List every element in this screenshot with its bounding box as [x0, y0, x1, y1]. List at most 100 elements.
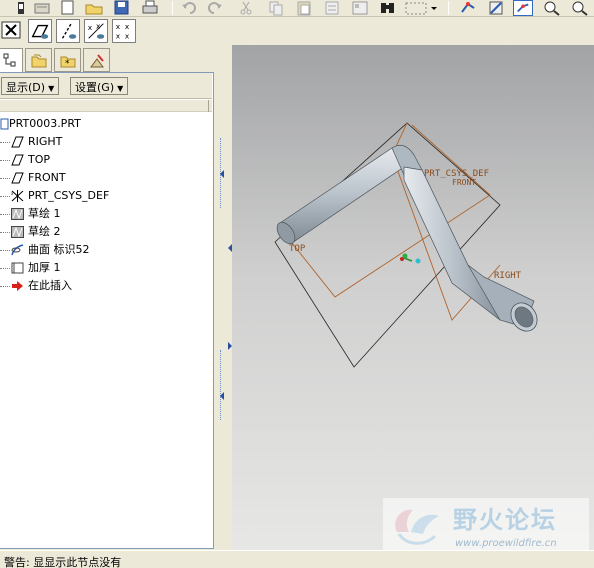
chevron-down-icon: ▼ — [48, 84, 55, 93]
cut-icon[interactable] — [236, 0, 256, 16]
model-tree-tab[interactable] — [0, 48, 23, 73]
paste-icon[interactable] — [294, 0, 314, 16]
tree-connector — [0, 250, 10, 251]
zoom-in-icon[interactable] — [542, 0, 562, 16]
redo-icon[interactable] — [204, 0, 224, 16]
print-icon[interactable] — [140, 0, 160, 16]
main-toolbar — [0, 0, 594, 17]
tree-root-label: PRT0003.PRT — [9, 117, 81, 130]
undo-icon[interactable] — [180, 0, 200, 16]
show-dropdown-label: 显示(D) — [6, 81, 46, 94]
tree-item-label: 加厚 1 — [28, 261, 61, 274]
settings-dropdown-label: 设置(G) — [75, 81, 115, 94]
folder-browser-icon — [31, 54, 47, 68]
show-dropdown[interactable]: 显示(D) ▼ — [1, 77, 60, 95]
toolbar-separator — [448, 1, 449, 15]
svg-text:x: x — [88, 23, 93, 32]
find-icon[interactable] — [378, 0, 398, 16]
datum-plane-icon — [11, 172, 24, 184]
splitter-grip — [220, 350, 222, 420]
tree-item-label: 在此插入 — [28, 279, 72, 292]
svg-text:x: x — [116, 31, 121, 40]
datum-toolbar: xx xxxx — [0, 17, 150, 45]
csys-display-icon[interactable]: x xx x — [112, 19, 136, 43]
tree-item-label: RIGHT — [28, 135, 63, 148]
datum-plane-icon — [11, 136, 24, 148]
select-box-icon[interactable] — [403, 0, 439, 16]
close-window-icon[interactable] — [1, 21, 21, 39]
forum-logo-icon — [395, 509, 439, 545]
chevron-down-icon: ▼ — [117, 84, 124, 93]
insert-here-arrow-icon — [12, 281, 23, 291]
folder-tab[interactable] — [25, 48, 52, 72]
surface-icon — [11, 244, 24, 256]
settings-dropdown[interactable]: 设置(G) ▼ — [70, 77, 129, 95]
tree-item-label: 草绘 1 — [28, 207, 61, 220]
svg-text:x: x — [116, 22, 121, 31]
save-icon[interactable] — [112, 0, 132, 16]
disk-icon[interactable] — [8, 0, 28, 16]
zoom-out-icon[interactable] — [570, 0, 590, 16]
connections-tab[interactable] — [83, 48, 110, 72]
connections-icon — [90, 54, 104, 68]
tree-connector — [0, 232, 10, 233]
tree-item-label: 曲面 标识52 — [28, 243, 90, 256]
regen-icon[interactable] — [322, 0, 342, 16]
axis-display-icon[interactable] — [56, 19, 80, 43]
sketch-icon — [11, 208, 24, 220]
datum-display-icon[interactable] — [458, 0, 478, 16]
csys-marker[interactable] — [400, 253, 421, 264]
svg-text:*: * — [65, 59, 70, 69]
svg-text:x: x — [125, 31, 130, 40]
forum-watermark-url: www.proewildfire.cn — [455, 538, 557, 549]
tree-connector — [0, 286, 10, 287]
status-bar: 警告: 显显示此节点没有 — [0, 550, 594, 568]
datum-label-right: RIGHT — [494, 271, 522, 281]
orient-icon[interactable] — [486, 0, 506, 16]
tree-connector — [0, 268, 10, 269]
column-divider[interactable] — [208, 100, 209, 112]
status-message: 警告: 显显示此节点没有 — [4, 556, 122, 568]
sketch-icon — [11, 226, 24, 238]
collapse-arrow-icon[interactable] — [218, 392, 226, 400]
graphics-viewport[interactable]: PRT_CSYS_DEF FRONT TOP RIGHT — [232, 45, 594, 550]
tree-connector — [0, 178, 10, 179]
navigator-splitter[interactable] — [214, 72, 232, 549]
tree-item-label: FRONT — [28, 171, 66, 184]
svg-text:x: x — [125, 22, 130, 31]
collapse-arrow-icon[interactable] — [218, 170, 226, 178]
panel-header: 显示(D) ▼ 设置(G) ▼ — [0, 73, 212, 99]
spin-center-icon[interactable] — [513, 0, 533, 16]
tree-connector — [0, 214, 10, 215]
favorites-tab[interactable]: * — [54, 48, 81, 72]
favorites-icon: * — [60, 56, 76, 69]
thicken-icon — [11, 262, 24, 274]
csys-icon: x — [11, 190, 24, 202]
model-view: PRT_CSYS_DEF FRONT TOP RIGHT — [274, 122, 538, 368]
datum-label-front: FRONT — [452, 178, 476, 187]
tree-connector — [0, 160, 10, 161]
tree-connector — [0, 196, 10, 197]
datum-plane-icon — [11, 154, 24, 166]
proe-window: xx xxxx * 显示(D) ▼ 设置(G) ▼ PRT0003.PRT RI… — [0, 0, 594, 568]
point-display-icon[interactable]: xx — [84, 19, 108, 43]
plane-display-icon[interactable] — [28, 19, 52, 43]
forum-watermark-title: 野火论坛 — [453, 506, 557, 534]
model-tree-panel: 显示(D) ▼ 设置(G) ▼ PRT0003.PRT RIGHT TOP FR… — [0, 72, 214, 549]
model-tree-icon — [3, 53, 16, 67]
tree-item-label: 草绘 2 — [28, 225, 61, 238]
tree-item-label: TOP — [28, 153, 51, 166]
new-file-icon[interactable] — [58, 0, 78, 16]
forum-watermark: 野火论坛 www.proewildfire.cn — [383, 498, 589, 552]
regen-manager-icon[interactable] — [350, 0, 370, 16]
folder-icon[interactable] — [84, 0, 104, 16]
open-folder-icon[interactable] — [32, 0, 52, 16]
part-icon — [0, 118, 9, 130]
tree-column-header — [0, 100, 212, 112]
tree-item-label: PRT_CSYS_DEF — [28, 189, 110, 202]
navigator-tabs: * — [0, 46, 232, 73]
tree-connector — [0, 142, 10, 143]
copy-icon[interactable] — [266, 0, 286, 16]
toolbar-separator — [172, 1, 173, 15]
datum-label-top: TOP — [289, 244, 306, 254]
